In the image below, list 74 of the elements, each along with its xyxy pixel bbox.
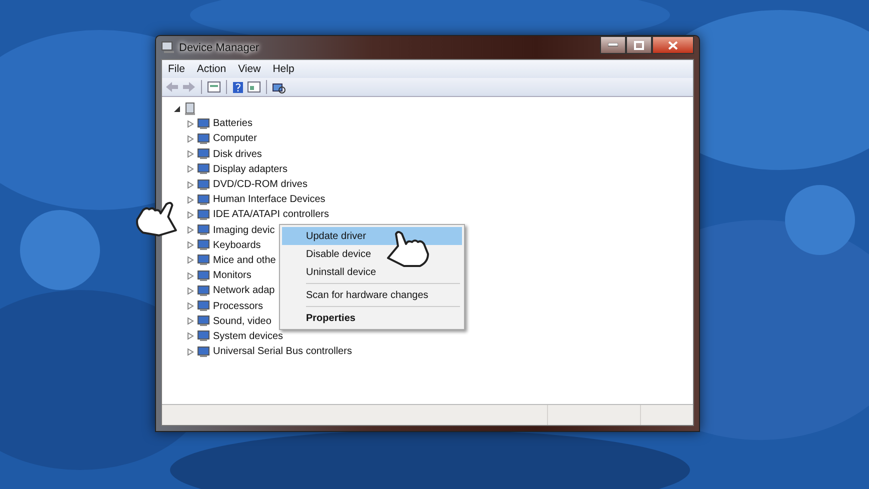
scan-hardware-icon[interactable] — [272, 80, 286, 94]
device-icon — [197, 239, 210, 252]
expand-arrow-icon[interactable] — [187, 286, 194, 295]
device-icon — [197, 224, 210, 236]
expand-arrow-icon[interactable] — [187, 120, 194, 128]
tree-item[interactable]: Display adapters — [213, 164, 288, 175]
tree-item[interactable]: System devices — [213, 330, 284, 342]
menu-item[interactable]: File — [162, 63, 191, 75]
maximize-button[interactable] — [626, 36, 652, 54]
device-icon — [197, 315, 210, 328]
device-icon — [197, 163, 210, 176]
forward-arrow-icon[interactable] — [182, 81, 196, 93]
close-button[interactable] — [652, 36, 694, 54]
tree-item[interactable]: Computer — [213, 133, 257, 144]
help-icon[interactable] — [232, 80, 244, 94]
tree-item[interactable]: Universal Serial Bus controllers — [213, 346, 352, 358]
tree-item[interactable]: Sound, video — [213, 316, 272, 327]
device-icon — [197, 148, 210, 160]
device-icon — [197, 284, 210, 297]
close-icon — [668, 40, 678, 50]
tree-item[interactable]: Network adap — [213, 285, 275, 296]
properties-icon[interactable] — [207, 81, 221, 93]
device-icon — [197, 254, 210, 266]
menu-item[interactable]: View — [232, 63, 267, 75]
device-icon — [197, 208, 210, 221]
device-icon — [197, 270, 210, 282]
minimize-icon — [608, 43, 618, 47]
maximize-icon — [634, 40, 644, 50]
expand-arrow-icon[interactable] — [187, 180, 194, 189]
menu-item[interactable]: Help — [266, 63, 300, 75]
minimize-button[interactable] — [600, 36, 626, 54]
tree-item[interactable]: IDE ATA/ATAPI controllers — [213, 209, 329, 220]
context-menu-item[interactable]: Scan for hardware changes — [282, 286, 462, 304]
tree-item[interactable]: Human Interface Devices — [213, 194, 326, 206]
device-icon — [197, 118, 210, 130]
back-arrow-icon[interactable] — [165, 81, 179, 93]
device-icon — [197, 346, 210, 358]
device-icon — [197, 194, 210, 206]
expand-arrow-icon[interactable] — [187, 272, 194, 280]
context-menu-item[interactable]: Disable device — [282, 245, 462, 263]
expand-arrow-icon[interactable] — [187, 196, 194, 204]
expand-arrow-icon[interactable] — [187, 165, 194, 174]
hand-cursor-icon — [384, 228, 432, 268]
window-icon[interactable] — [247, 81, 261, 93]
expand-arrow-icon[interactable] — [187, 134, 194, 143]
device-icon — [197, 330, 210, 342]
tree-item[interactable]: Disk drives — [213, 148, 262, 160]
expand-arrow-icon[interactable] — [187, 210, 194, 219]
context-menu-item[interactable]: Uninstall device — [282, 263, 462, 281]
context-menu-item[interactable]: Update driver — [282, 227, 462, 245]
expand-arrow-icon[interactable] — [187, 150, 194, 158]
window-title: Device Manager — [179, 42, 260, 54]
expand-arrow-icon[interactable] — [187, 226, 194, 234]
tree-item[interactable]: Batteries — [213, 118, 252, 130]
expand-arrow-icon[interactable] — [187, 317, 194, 326]
menu-item[interactable]: Action — [190, 63, 232, 75]
expand-arrow-icon[interactable] — [187, 241, 194, 250]
expand-arrow-icon[interactable] — [187, 302, 194, 310]
computer-icon — [184, 102, 196, 116]
tree-item[interactable]: Monitors — [213, 270, 252, 282]
computer-icon — [161, 41, 175, 54]
device-icon — [197, 178, 210, 191]
tree-item[interactable]: DVD/CD-ROM drives — [213, 179, 308, 190]
tree-item[interactable]: Imaging devic — [213, 224, 275, 236]
context-menu-item[interactable]: Properties — [282, 309, 462, 327]
collapse-arrow-icon[interactable] — [174, 104, 181, 113]
device-icon — [197, 132, 210, 145]
expand-arrow-icon[interactable] — [187, 348, 194, 356]
expand-arrow-icon[interactable] — [187, 332, 194, 340]
expand-arrow-icon[interactable] — [187, 256, 194, 264]
device-icon — [197, 300, 210, 312]
tree-item[interactable]: Mice and othe — [213, 254, 276, 266]
tree-item[interactable]: Processors — [213, 300, 264, 312]
tree-item[interactable]: Keyboards — [213, 240, 261, 251]
